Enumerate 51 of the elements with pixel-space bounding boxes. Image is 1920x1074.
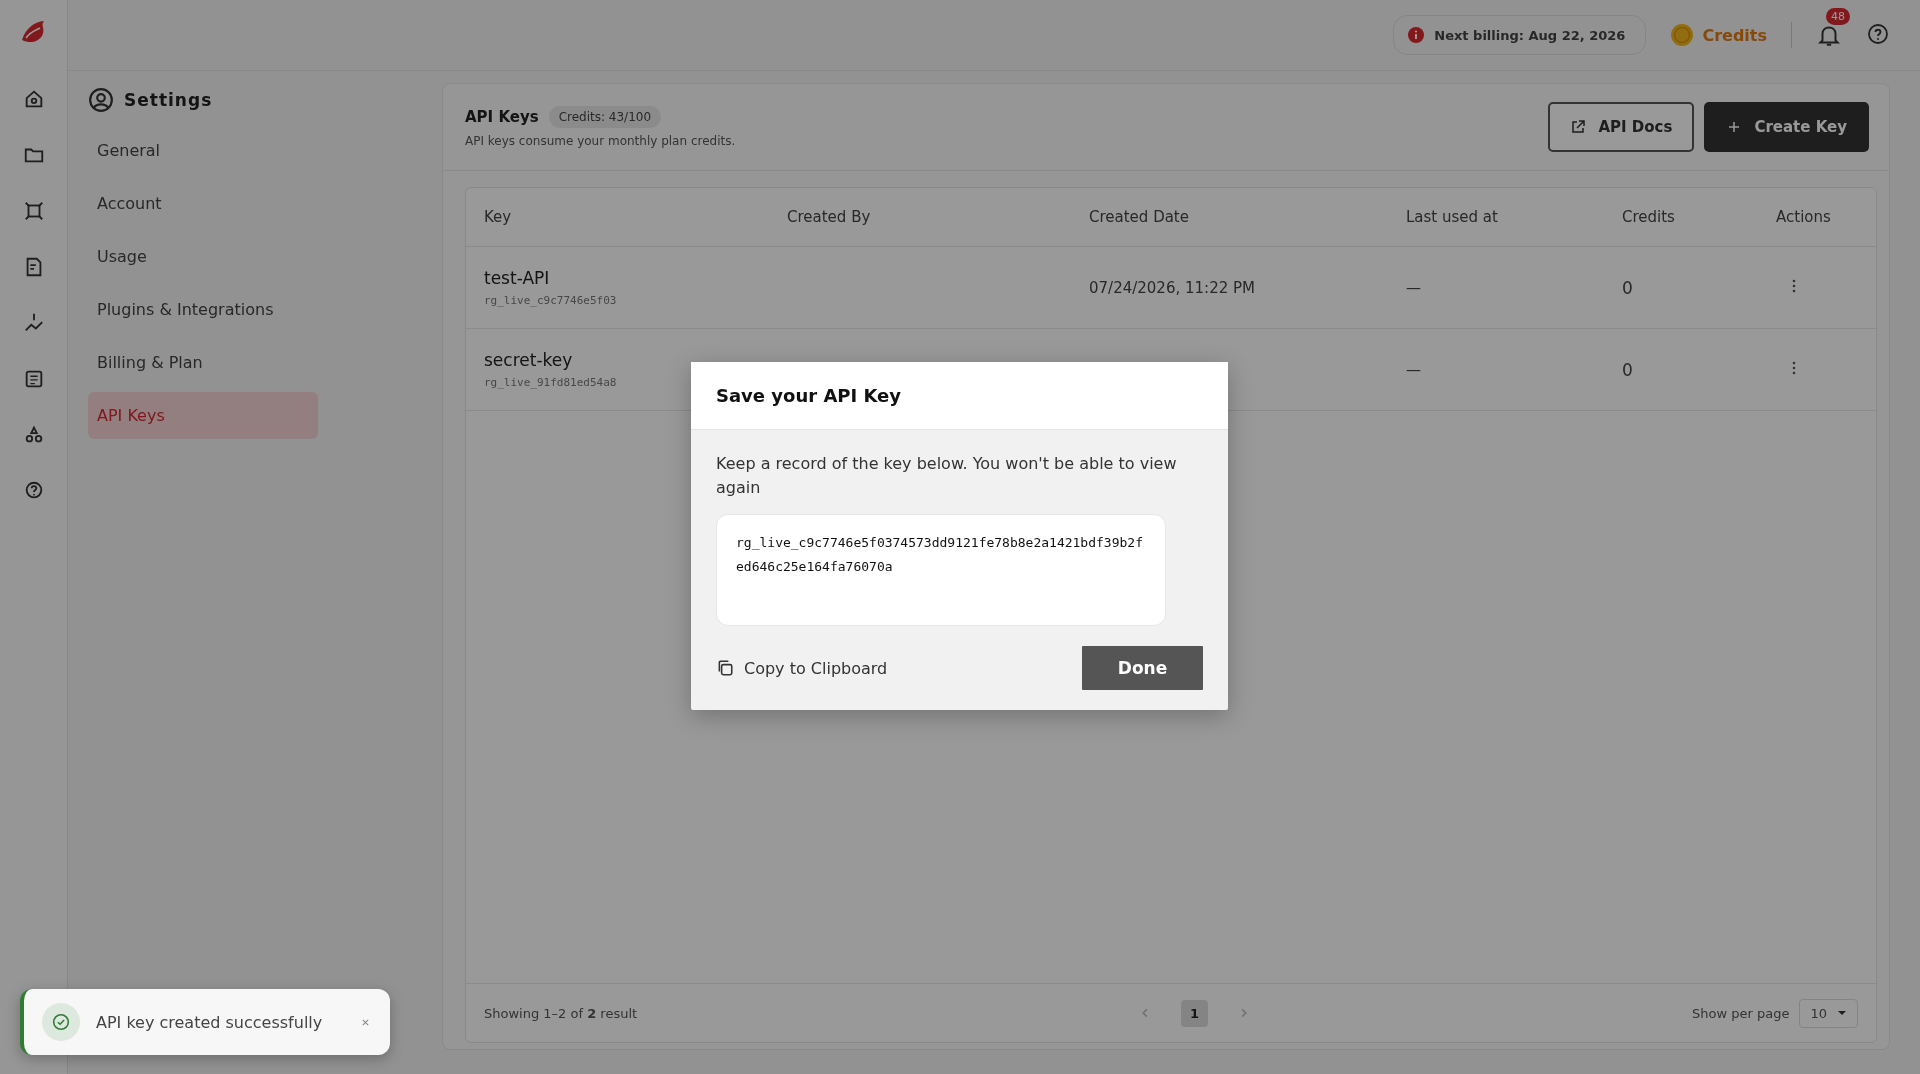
done-button[interactable]: Done bbox=[1082, 646, 1203, 690]
copy-to-clipboard-button[interactable]: Copy to Clipboard bbox=[716, 658, 888, 678]
api-key-field[interactable]: rg_live_c9c7746e5f0374573dd9121fe78b8e2a1421bdf39b2fed646c25e164fa76070a bbox=[716, 514, 1166, 626]
settings-nav-item[interactable]: Usage bbox=[88, 233, 318, 280]
column-header: Credits bbox=[1622, 208, 1676, 226]
credits-badge: Credits: 43/100 bbox=[548, 106, 662, 128]
key-prefix: rg_live_c9c7746e5f03 bbox=[484, 294, 618, 307]
key-prefix: rg_live_91fd81ed54a8 bbox=[484, 376, 618, 389]
table-cell: 0 bbox=[1622, 359, 1633, 380]
create-key-button[interactable]: Create Key bbox=[1704, 102, 1869, 152]
billing-text: Next billing: Aug 22, 2026 bbox=[1434, 27, 1626, 43]
alert-icon bbox=[1408, 27, 1425, 43]
frame-icon[interactable] bbox=[22, 200, 45, 222]
column-header: Last used at bbox=[1406, 208, 1499, 226]
settings-nav-item[interactable]: Plugins & Integrations bbox=[88, 286, 318, 333]
table-cell: — bbox=[1406, 360, 1421, 379]
settings-nav-item[interactable]: API Keys bbox=[88, 392, 318, 439]
column-header: Actions bbox=[1776, 208, 1832, 226]
page-subtitle: API keys consume your monthly plan credits. bbox=[465, 134, 736, 148]
table-cell: 07/24/2026, 11:22 PM bbox=[1089, 278, 1255, 297]
table-cell: 0 bbox=[1622, 277, 1633, 298]
toast-message: API key created successfully bbox=[96, 1012, 324, 1032]
per-page-select[interactable]: 10 bbox=[1799, 998, 1858, 1028]
coin-icon bbox=[1670, 23, 1695, 47]
page-title: API Keys bbox=[465, 108, 539, 126]
more-options-icon[interactable] bbox=[1792, 359, 1796, 376]
dialog-message: Keep a record of the key below. You won't be able to view again bbox=[716, 453, 1178, 499]
table-cell: — bbox=[1406, 278, 1421, 297]
api-docs-button[interactable]: API Docs bbox=[1548, 102, 1695, 152]
page-number[interactable]: 1 bbox=[1181, 999, 1209, 1027]
caret-icon bbox=[1837, 1010, 1847, 1016]
results-summary: Showing 1–2 of 2 result bbox=[484, 1005, 638, 1021]
dialog-title: Save your API Key bbox=[691, 362, 1228, 430]
settings-nav-item[interactable]: General bbox=[88, 127, 318, 174]
help-icon[interactable] bbox=[1866, 23, 1890, 47]
close-icon[interactable] bbox=[361, 1017, 370, 1027]
external-link-icon bbox=[1570, 119, 1587, 135]
key-name: test-API bbox=[484, 268, 551, 288]
column-header: Created Date bbox=[1089, 208, 1190, 226]
per-page-label: Show per page bbox=[1692, 1005, 1790, 1021]
column-header: Key bbox=[484, 208, 513, 226]
key-name: secret-key bbox=[484, 350, 574, 370]
user-circle-icon bbox=[88, 87, 114, 113]
settings-title: Settings bbox=[124, 90, 213, 110]
more-options-icon[interactable] bbox=[1792, 277, 1796, 294]
settings-nav-item[interactable]: Account bbox=[88, 180, 318, 227]
column-header: Created By bbox=[787, 208, 872, 226]
settings-nav-item[interactable]: Billing & Plan bbox=[88, 339, 318, 386]
notification-count: 48 bbox=[1826, 8, 1850, 25]
check-circle-icon bbox=[52, 1013, 70, 1031]
copy-icon bbox=[716, 659, 734, 677]
